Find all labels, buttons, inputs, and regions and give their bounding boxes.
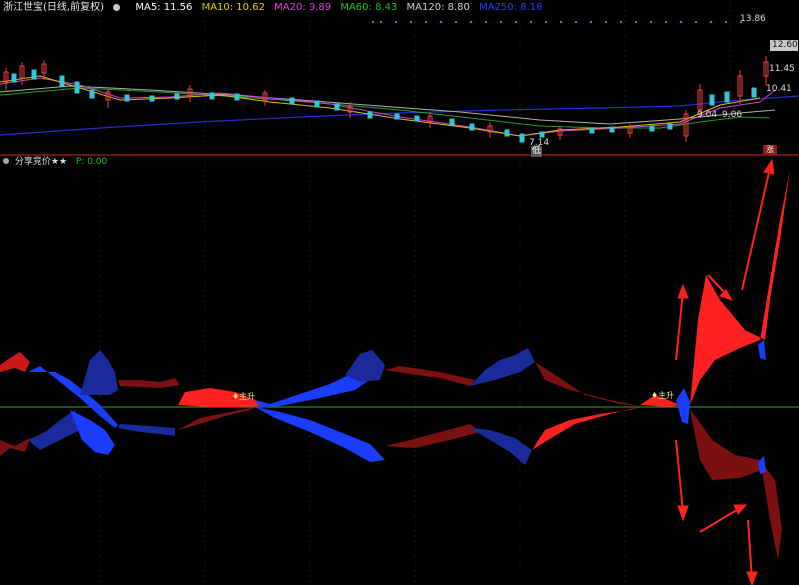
- stock-chart-window: { "header": { "title": "浙江世宝(日线,前复权)", "…: [0, 0, 799, 585]
- corner-badge: 涨: [763, 145, 777, 155]
- ribbon-red-spike-upper: [690, 170, 790, 405]
- low-marker: 低: [531, 146, 543, 157]
- signal-dots-row: [372, 21, 742, 23]
- indicator-header: 分享竞价★★ P: 0.00: [0, 155, 107, 169]
- signal-label-main-rise-1: ♦主升: [232, 392, 256, 401]
- ribbon-blue-tip-lower: [758, 456, 766, 474]
- ribbon-darkblue-upper-1: [80, 350, 118, 395]
- price-label-box-1: 12.60: [770, 40, 798, 51]
- ribbon-blue-tip-upper: [758, 340, 766, 360]
- signal-label-main-rise-2: ♦主升: [651, 391, 675, 400]
- ribbon-darkred-upper-3: [535, 362, 640, 406]
- price-label-high: 13.86: [740, 14, 766, 24]
- ma120-line: [0, 85, 776, 125]
- ribbon-red-lower-3: [532, 407, 640, 450]
- candlesticks: [3, 56, 769, 143]
- ribbon-darkred-lower-2: [178, 407, 255, 430]
- price-label-4: 9.04: [697, 110, 718, 120]
- ribbon-darkred-upper-2: [385, 366, 475, 386]
- chart-canvas: [0, 0, 799, 585]
- ribbon-darkred-lower-3: [385, 424, 480, 448]
- ribbon-darkred-lower-4: [690, 410, 782, 560]
- ribbon-darkred-upper-1: [118, 378, 180, 388]
- ribbon-darkblue-upper-3: [470, 348, 535, 386]
- indicator-dot-icon: [3, 158, 9, 164]
- grid-lines: [99, 0, 731, 585]
- ribbon-blue-lower-2: [255, 407, 385, 462]
- ribbon-darkblue-upper-2: [345, 350, 385, 382]
- red-arrows: [675, 158, 775, 585]
- ribbon-darkblue-lower-1: [118, 424, 175, 436]
- ribbon-darkblue-lower-left: [28, 410, 80, 450]
- ribbon-red-upper-left: [0, 352, 30, 372]
- price-label-5: 9.06: [722, 110, 743, 120]
- indicator-name: 分享竞价★★: [14, 157, 68, 167]
- ribbon-darkblue-lower-3: [470, 428, 532, 465]
- ribbon-blue-upper-3: [676, 388, 690, 424]
- ma60-line: [0, 87, 771, 129]
- ribbon-darkred-lower-left: [0, 438, 30, 456]
- price-label-2: 11.45: [769, 64, 795, 74]
- price-label-3: 10.41: [766, 84, 792, 94]
- indicator-value: P: 0.00: [75, 157, 108, 167]
